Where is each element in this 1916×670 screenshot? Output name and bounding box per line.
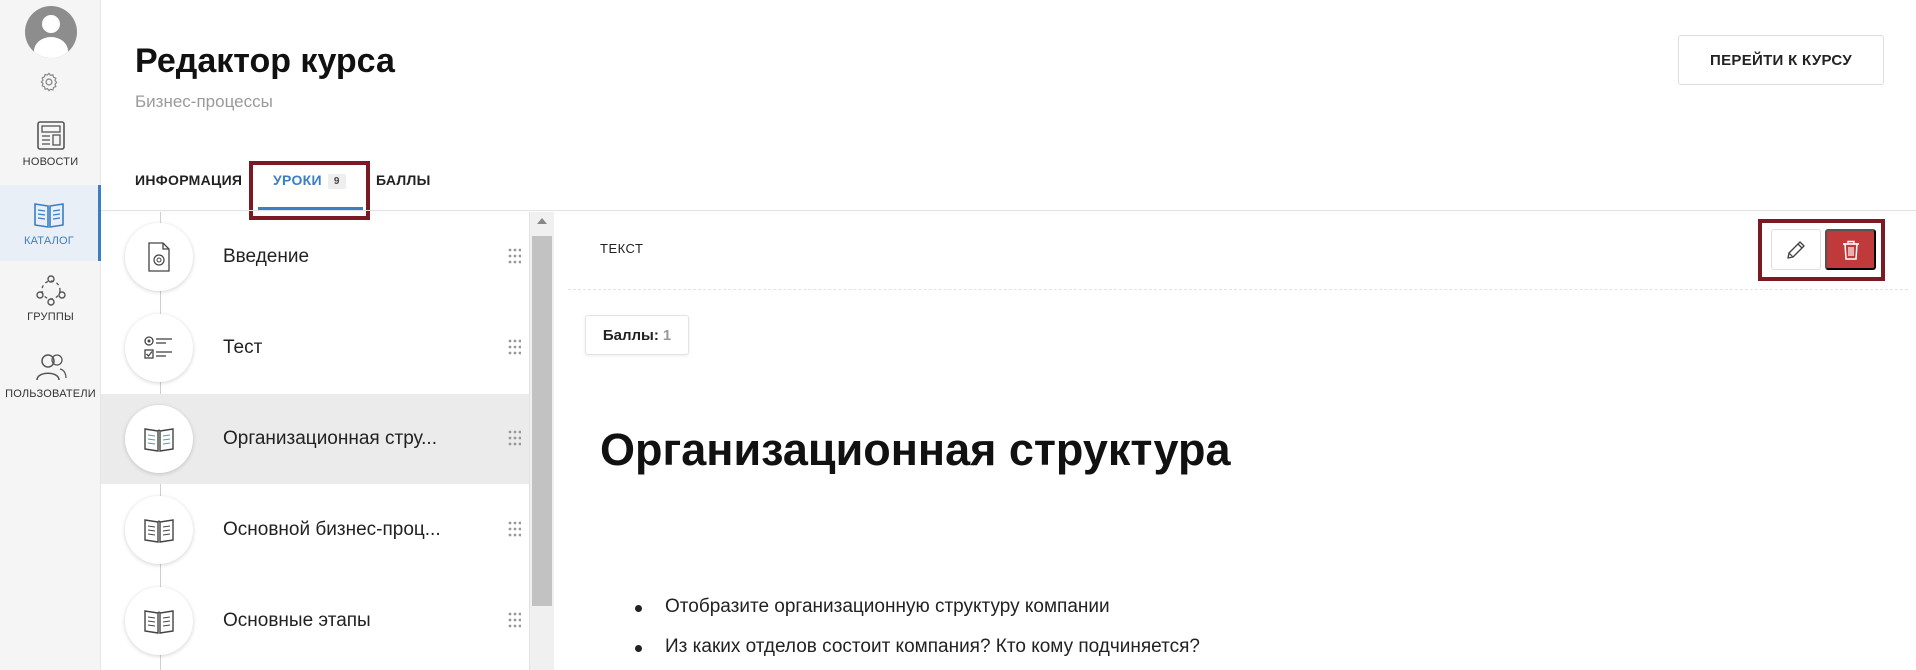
nav-catalog[interactable]: КАТАЛОГ (0, 185, 101, 261)
drag-handle-icon[interactable] (507, 338, 521, 356)
lesson-item[interactable]: Введение (101, 212, 529, 302)
drag-handle-icon[interactable] (507, 247, 521, 265)
tab-information[interactable]: ИНФОРМАЦИЯ (135, 172, 242, 188)
lesson-icon-badge (125, 405, 193, 473)
scroll-up-arrow-icon[interactable] (537, 218, 547, 224)
lesson-item-selected[interactable]: Организационная стру... (101, 394, 529, 484)
scrollbar-thumb[interactable] (532, 236, 552, 606)
lesson-item[interactable]: Основной бизнес-проц... (101, 485, 529, 575)
settings-gear-icon[interactable] (38, 71, 60, 93)
nav-groups-label: ГРУППЫ (27, 311, 74, 323)
quiz-checklist-icon (144, 336, 172, 359)
lesson-icon-badge (125, 223, 193, 291)
newspaper-icon (36, 121, 65, 150)
nav-groups[interactable]: ГРУППЫ (0, 273, 101, 347)
tab-information-label: ИНФОРМАЦИЯ (135, 172, 243, 188)
pencil-icon (1787, 240, 1805, 259)
delete-button[interactable] (1825, 229, 1876, 270)
tab-points-label: БАЛЛЫ (376, 172, 431, 188)
lesson-title: Организационная стру... (223, 428, 437, 449)
drag-handle-icon[interactable] (507, 429, 521, 447)
nav-users[interactable]: ПОЛЬЗОВАТЕЛИ (0, 350, 101, 424)
bullet-item: Из каких отделов состоит компания? Кто к… (635, 636, 1200, 670)
points-value: 1 (662, 326, 672, 344)
edit-button[interactable] (1771, 229, 1821, 270)
trash-icon (1842, 240, 1859, 260)
lesson-title: Основные этапы (223, 610, 371, 631)
lesson-item[interactable]: Основные этапы (101, 576, 529, 666)
bullet-item: Отобразите организационную структуру ком… (635, 596, 1200, 636)
points-badge: Баллы: 1 (585, 315, 689, 355)
lesson-heading: Организационная структура (600, 424, 1231, 475)
content-divider (568, 289, 1908, 290)
lesson-item[interactable]: Тест (101, 303, 529, 393)
course-name-subtitle: Бизнес-процессы (135, 92, 273, 111)
user-avatar[interactable] (25, 6, 77, 58)
drag-handle-icon[interactable] (507, 611, 521, 629)
lesson-bullet-list: Отобразите организационную структуру ком… (635, 596, 1200, 670)
drag-handle-icon[interactable] (507, 520, 521, 538)
tab-points[interactable]: БАЛЛЫ (376, 172, 431, 188)
lesson-title: Основной бизнес-проц... (223, 519, 441, 540)
lesson-icon-badge (125, 496, 193, 564)
nav-users-label: ПОЛЬЗОВАТЕЛИ (5, 388, 96, 400)
lesson-icon-badge (125, 314, 193, 382)
open-book-icon (144, 519, 174, 543)
open-book-icon (144, 428, 174, 452)
users-icon (35, 354, 67, 381)
page-title: Редактор курса (135, 42, 395, 80)
header-divider (101, 210, 1916, 211)
lesson-title: Введение (223, 246, 310, 267)
lesson-icon-badge (125, 587, 193, 655)
nav-news[interactable]: НОВОСТИ (0, 118, 101, 192)
nav-news-label: НОВОСТИ (22, 156, 79, 168)
document-icon (148, 242, 170, 272)
lesson-title: Тест (223, 337, 263, 358)
lessons-list: Введение Тест Организационная стру... Ос… (101, 212, 529, 670)
open-book-icon (144, 610, 174, 634)
content-block-type-label: ТЕКСТ (600, 241, 644, 256)
book-icon (34, 203, 64, 228)
go-to-course-button[interactable]: ПЕРЕЙТИ К КУРСУ (1678, 35, 1884, 85)
left-nav-rail: НОВОСТИ КАТАЛОГ ГРУППЫ ПОЛЬЗОВАТЕЛИ (0, 0, 101, 670)
lessons-scrollbar[interactable] (529, 212, 554, 670)
points-label: Баллы: (602, 326, 659, 344)
nav-catalog-label: КАТАЛОГ (24, 235, 74, 247)
groups-icon (35, 275, 66, 306)
